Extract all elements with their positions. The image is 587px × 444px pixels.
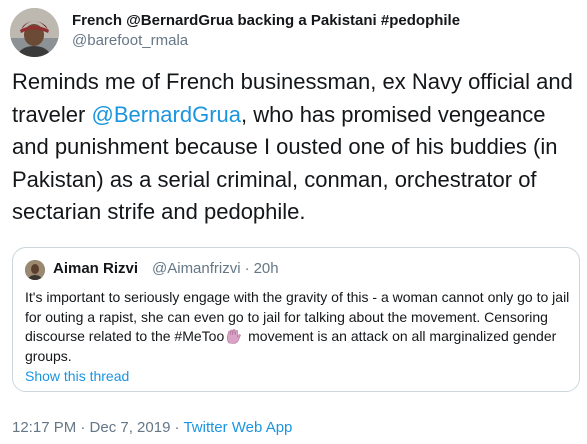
tweet-source-link[interactable]: Twitter Web App — [183, 419, 292, 436]
display-name[interactable]: French @BernardGrua backing a Pakistani … — [72, 12, 460, 29]
quoted-tweet-card[interactable]: Aiman Rizvi @Aimanfrizvi · 20h It's import… — [12, 247, 580, 392]
quoted-display-name[interactable]: Aiman Rizvi — [53, 260, 138, 277]
meta-separator: · — [244, 260, 250, 277]
tweet-footer: 12:17 PM · Dec 7, 2019 · Twitter Web App — [12, 419, 292, 436]
avatar[interactable] — [10, 8, 59, 57]
tweet-text: Reminds me of French businessman, ex Nav… — [12, 66, 578, 229]
mention-link[interactable]: @BernardGrua — [91, 102, 241, 127]
quoted-tweet-text: It's important to seriously engage with … — [25, 288, 573, 366]
username-handle[interactable]: @barefoot_rmala — [72, 32, 188, 49]
quoted-time[interactable]: 20h — [254, 260, 279, 277]
tweet-timestamp[interactable]: 12:17 PM · Dec 7, 2019 — [12, 419, 170, 436]
quoted-avatar[interactable] — [25, 260, 45, 280]
footer-separator: · — [174, 419, 180, 436]
show-thread-link[interactable]: Show this thread — [25, 368, 129, 384]
quoted-handle[interactable]: @Aimanfrizvi — [152, 260, 241, 277]
quoted-meta: @Aimanfrizvi · 20h — [152, 260, 279, 277]
raised-hand-emoji-icon — [225, 328, 243, 344]
